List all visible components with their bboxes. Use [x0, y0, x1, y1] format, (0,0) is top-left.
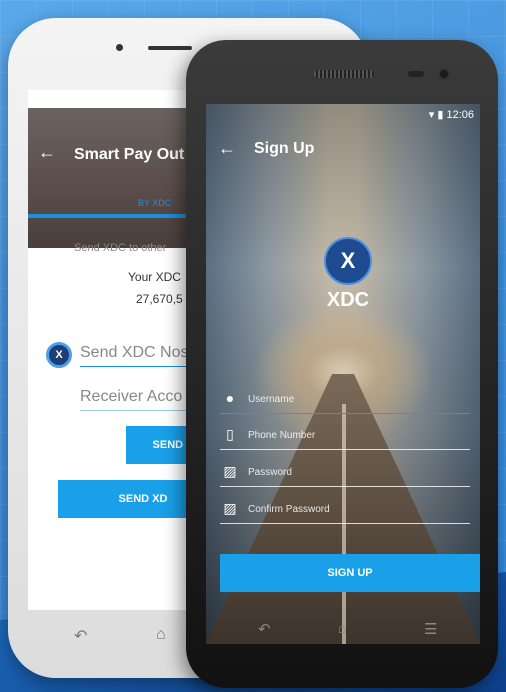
- back-arrow-icon[interactable]: ←: [218, 138, 236, 159]
- send-xdc-input[interactable]: Send XDC Nos: [80, 344, 189, 362]
- phone-icon: ▯: [226, 426, 234, 442]
- user-icon: ●: [225, 390, 235, 406]
- nav-back-icon[interactable]: ↶: [74, 626, 87, 646]
- battery-icon: ▮: [437, 109, 444, 121]
- status-time: 12:06: [446, 109, 474, 121]
- password-field[interactable]: ▨ Password: [220, 461, 470, 487]
- balance-label: Your XDC: [128, 270, 181, 284]
- send-info-text: Send XDC to other: [74, 242, 167, 254]
- earpiece-speaker: [314, 70, 374, 78]
- wifi-signal-icon: ▾: [428, 109, 435, 121]
- nav-back-icon[interactable]: ↶: [258, 620, 271, 638]
- xdc-logo-text: XDC: [326, 289, 370, 311]
- status-bar: ▾ ▮ 12:06: [429, 108, 474, 121]
- xdc-coin-icon: X: [46, 342, 72, 368]
- receiver-input[interactable]: Receiver Acco: [80, 388, 182, 406]
- sign-up-screen: ▾ ▮ 12:06 ← Sign Up X XDC ● Username ▯ P…: [206, 104, 480, 644]
- phone-number-field[interactable]: ▯ Phone Number: [220, 424, 470, 450]
- balance-value: 27,670,5: [136, 292, 183, 306]
- nav-home-icon[interactable]: ⌂: [156, 626, 166, 644]
- back-arrow-icon[interactable]: ←: [38, 142, 56, 163]
- username-field[interactable]: ● Username: [220, 388, 470, 414]
- username-placeholder: Username: [248, 394, 295, 405]
- lock-icon: ▨: [223, 500, 237, 516]
- password-placeholder: Password: [248, 467, 292, 478]
- phone-placeholder: Phone Number: [248, 430, 316, 441]
- confirm-password-placeholder: Confirm Password: [248, 504, 330, 515]
- front-camera: [116, 44, 123, 51]
- page-title: Sign Up: [254, 140, 315, 157]
- front-camera: [438, 68, 450, 80]
- lock-icon: ▨: [223, 463, 237, 479]
- proximity-sensor: [408, 71, 424, 77]
- byline: BY XDC: [138, 198, 172, 208]
- black-phone: ▾ ▮ 12:06 ← Sign Up X XDC ● Username ▯ P…: [186, 40, 498, 688]
- sign-up-button[interactable]: SIGN UP: [220, 554, 480, 592]
- nav-menu-icon[interactable]: ☰: [424, 620, 437, 638]
- confirm-password-field[interactable]: ▨ Confirm Password: [220, 498, 470, 524]
- xdc-logo: X: [324, 237, 372, 285]
- page-title: Smart Pay Out: [74, 146, 185, 163]
- nav-home-icon[interactable]: ⌂: [338, 620, 347, 637]
- earpiece-speaker: [148, 46, 192, 50]
